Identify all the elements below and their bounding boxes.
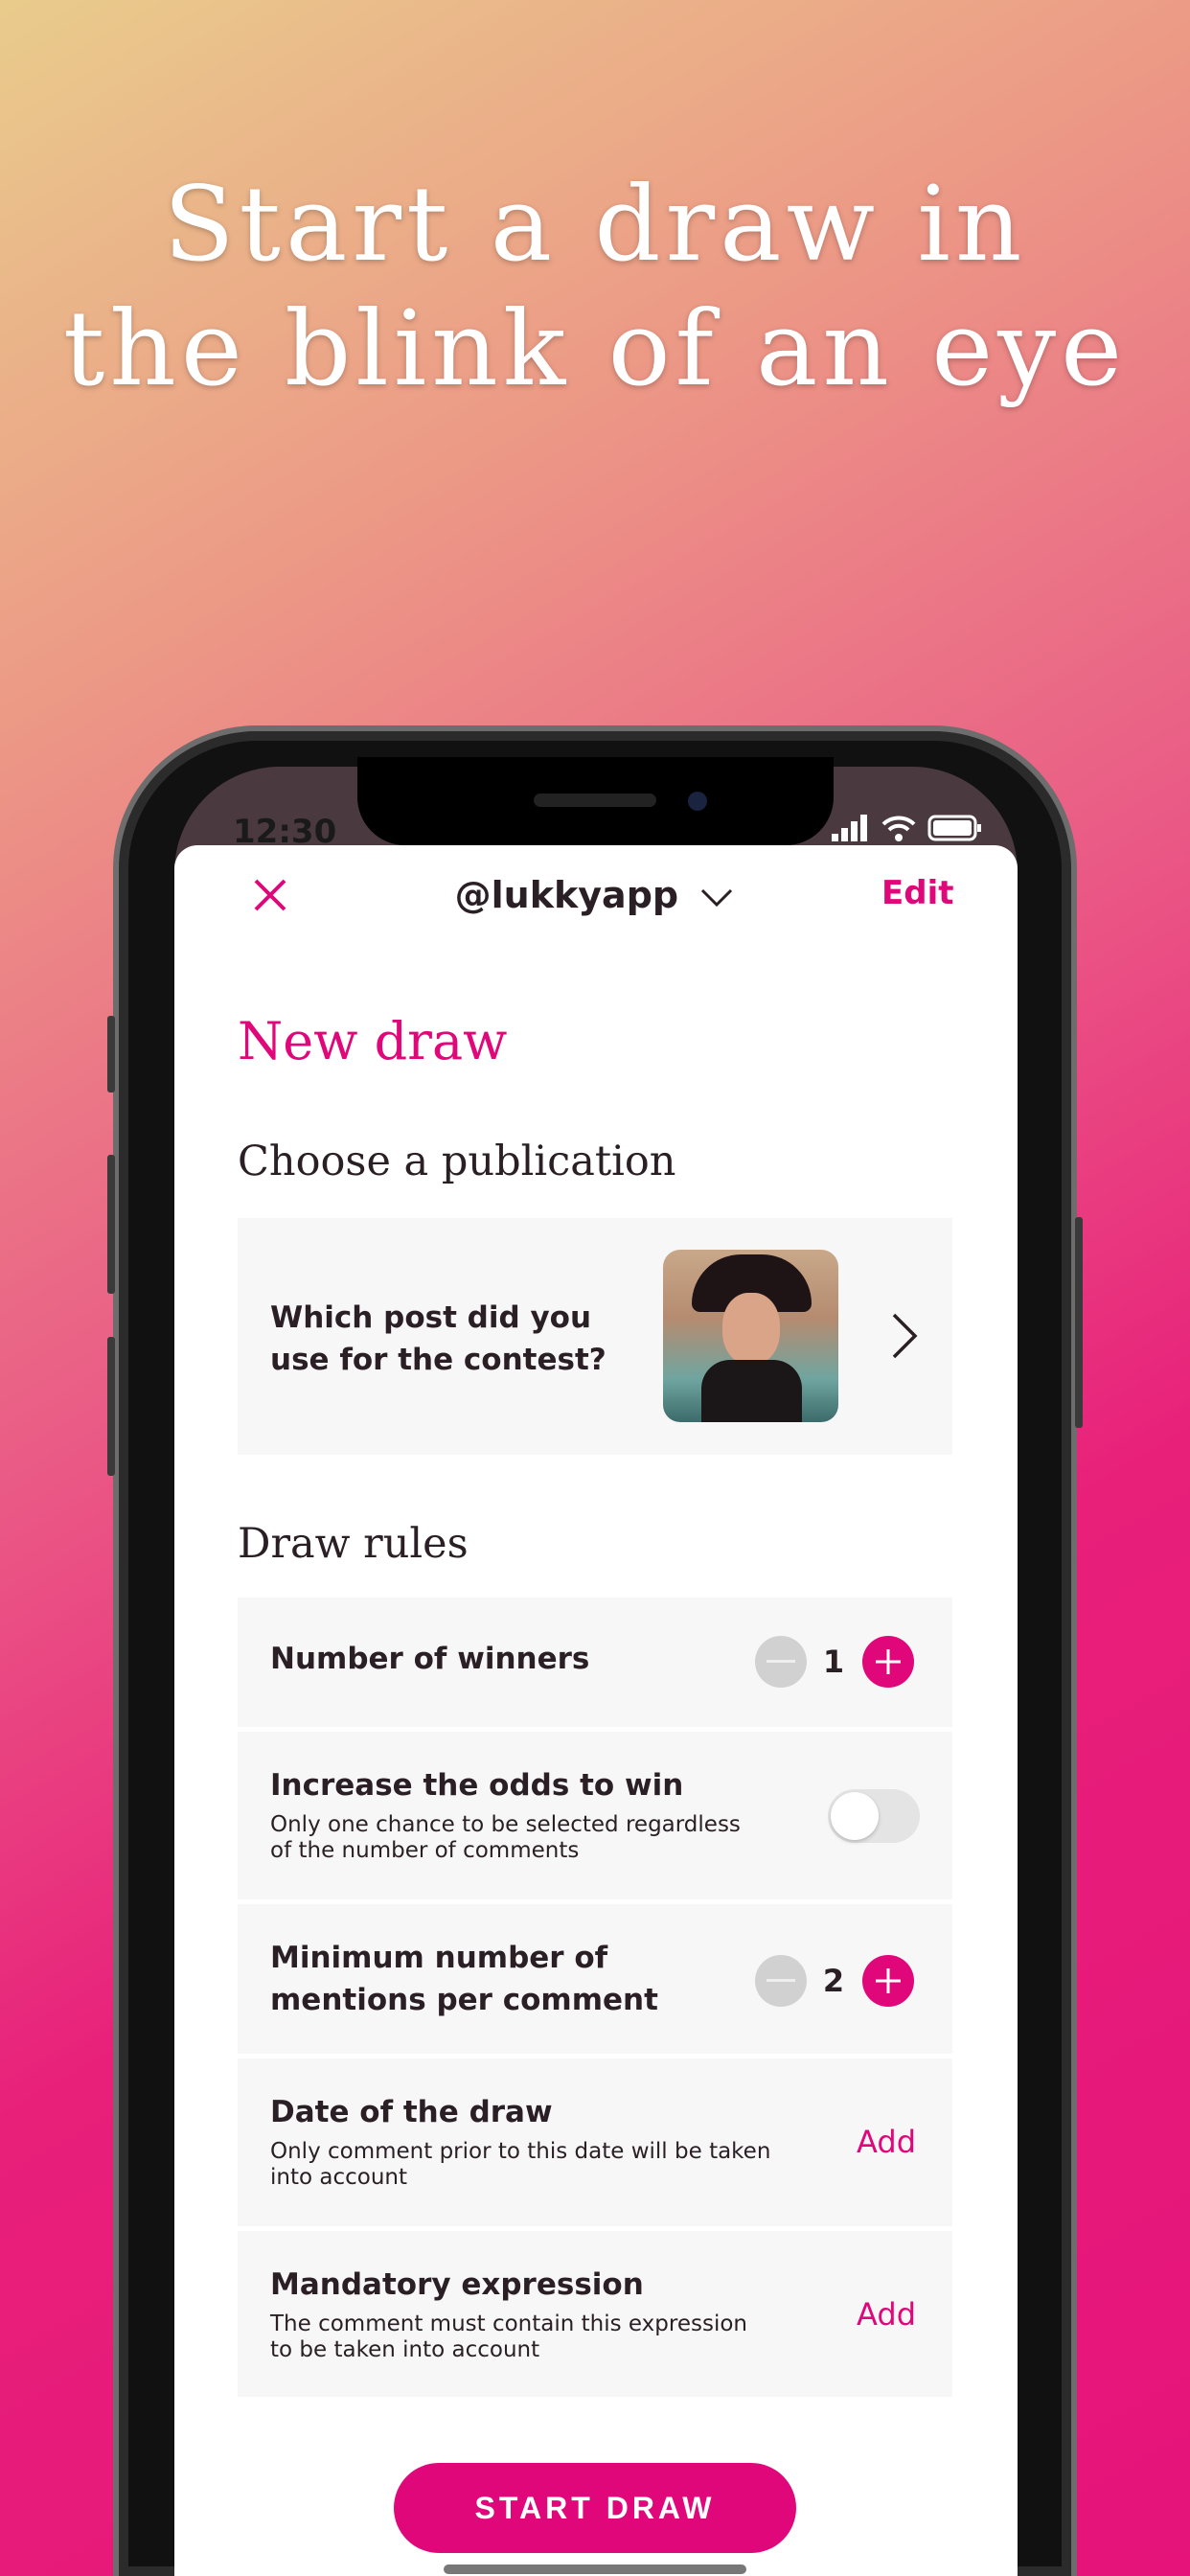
phone-volume-up [107, 1155, 115, 1294]
phone-volume-down [107, 1337, 115, 1476]
draw-rules-heading: Draw rules [238, 1520, 469, 1568]
winners-decrement-button[interactable] [755, 1636, 807, 1688]
publication-prompt-line-2: use for the contest? [270, 1343, 606, 1377]
phone-power-button [1075, 1217, 1083, 1428]
date-title: Date of the draw [270, 2095, 553, 2129]
chevron-down-icon [701, 888, 733, 908]
chevron-right-icon [892, 1313, 918, 1359]
mentions-increment-button[interactable] [862, 1955, 914, 2007]
publication-prompt-line-1: Which post did you [270, 1300, 592, 1335]
home-indicator [444, 2564, 746, 2574]
headline-line-2: the blink of an eye [62, 289, 1128, 409]
add-expression-button[interactable]: Add [857, 2296, 916, 2333]
headline: Start a draw in the blink of an eye [0, 163, 1190, 412]
odds-description: Only one chance to be selected regardles… [270, 1812, 741, 1864]
edit-button[interactable]: Edit [881, 874, 953, 912]
plus-icon [876, 1968, 901, 1993]
winners-increment-button[interactable] [862, 1636, 914, 1688]
start-draw-button[interactable]: START DRAW [394, 2463, 796, 2553]
account-selector[interactable]: @lukkyapp [422, 874, 767, 916]
publication-prompt: Which post did you use for the contest? [270, 1297, 606, 1381]
phone-mute-switch [107, 1016, 115, 1092]
camera [688, 792, 707, 811]
mentions-title-line-2: mentions per comment [270, 1983, 658, 2017]
rule-increase-odds: Increase the odds to win Only one chance… [238, 1732, 952, 1899]
minus-icon [767, 1979, 795, 1982]
rule-number-of-winners: Number of winners 1 [238, 1598, 952, 1727]
signal-icon [832, 815, 867, 841]
odds-description-line-1: Only one chance to be selected regardles… [270, 1812, 741, 1837]
mentions-title: Minimum number of mentions per comment [270, 1937, 658, 2021]
speaker [534, 794, 656, 807]
battery-icon [927, 815, 981, 841]
expression-description: The comment must contain this expression… [270, 2312, 747, 2363]
mentions-value: 2 [822, 1963, 845, 1999]
expression-description-line-2: to be taken into account [270, 2337, 540, 2362]
publication-heading: Choose a publication [238, 1138, 676, 1185]
rule-minimum-mentions: Minimum number of mentions per comment 2 [238, 1904, 952, 2054]
status-icons [832, 815, 983, 841]
expression-description-line-1: The comment must contain this expression [270, 2312, 747, 2336]
headline-line-1: Start a draw in [163, 165, 1027, 285]
winners-title: Number of winners [270, 1642, 590, 1676]
post-thumbnail [663, 1250, 838, 1422]
mentions-title-line-1: Minimum number of [270, 1941, 608, 1975]
odds-description-line-2: of the number of comments [270, 1838, 580, 1863]
add-date-button[interactable]: Add [857, 2124, 916, 2160]
wifi-icon [881, 816, 916, 841]
odds-title: Increase the odds to win [270, 1768, 684, 1803]
toggle-knob [831, 1792, 879, 1840]
choose-publication-button[interactable]: Which post did you use for the contest? [238, 1218, 952, 1455]
mentions-decrement-button[interactable] [755, 1955, 807, 2007]
minus-icon [767, 1660, 795, 1663]
close-icon[interactable] [253, 878, 287, 912]
plus-icon [876, 1649, 901, 1674]
expression-title: Mandatory expression [270, 2267, 644, 2302]
rule-date-of-draw: Date of the draw Only comment prior to t… [238, 2058, 952, 2226]
winners-value: 1 [822, 1644, 845, 1680]
date-description-line-2: into account [270, 2165, 407, 2190]
date-description-line-1: Only comment prior to this date will be … [270, 2139, 771, 2164]
date-description: Only comment prior to this date will be … [270, 2139, 770, 2191]
odds-toggle[interactable] [828, 1789, 920, 1843]
page-title: New draw [238, 1011, 508, 1071]
account-name: @lukkyapp [454, 874, 679, 916]
rule-mandatory-expression: Mandatory expression The comment must co… [238, 2231, 952, 2397]
